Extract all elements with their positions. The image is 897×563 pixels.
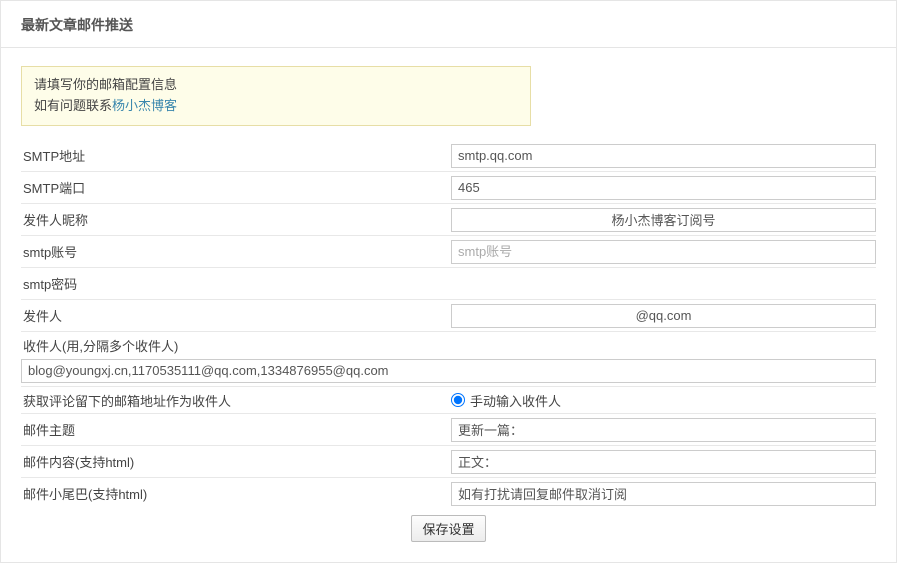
- radio-manual-input[interactable]: 手动输入收件人: [451, 391, 876, 410]
- label-sender: 发件人: [21, 306, 451, 325]
- label-recipients: 收件人(用,分隔多个收件人): [21, 336, 876, 359]
- save-button[interactable]: 保存设置: [411, 515, 485, 542]
- label-source: 获取评论留下的邮箱地址作为收件人: [21, 391, 451, 410]
- input-recipients[interactable]: [21, 359, 876, 383]
- input-sender[interactable]: [451, 304, 876, 328]
- row-smtp-pass: smtp密码: [21, 268, 876, 300]
- label-smtp-addr: SMTP地址: [21, 146, 451, 165]
- row-subject: 邮件主题: [21, 414, 876, 446]
- page-title: 最新文章邮件推送: [21, 15, 876, 35]
- row-source: 获取评论留下的邮箱地址作为收件人 手动输入收件人: [21, 387, 876, 414]
- row-content: 邮件内容(支持html): [21, 446, 876, 478]
- label-sender-nick: 发件人昵称: [21, 210, 451, 229]
- settings-panel: 最新文章邮件推送 请填写你的邮箱配置信息 如有问题联系杨小杰博客 SMTP地址 …: [0, 0, 897, 563]
- label-smtp-port: SMTP端口: [21, 178, 451, 197]
- radio-manual-input-control[interactable]: [451, 393, 465, 407]
- panel-header: 最新文章邮件推送: [1, 1, 896, 48]
- label-smtp-user: smtp账号: [21, 242, 451, 261]
- row-smtp-port: SMTP端口: [21, 172, 876, 204]
- input-subject[interactable]: [451, 418, 876, 442]
- notice-line1: 请填写你的邮箱配置信息: [34, 75, 518, 96]
- row-footer: 邮件小尾巴(支持html): [21, 478, 876, 509]
- contact-link[interactable]: 杨小杰博客: [112, 98, 177, 113]
- input-smtp-port[interactable]: [451, 176, 876, 200]
- label-subject: 邮件主题: [21, 420, 451, 439]
- action-row: 保存设置: [21, 515, 876, 542]
- row-recipients: 收件人(用,分隔多个收件人): [21, 332, 876, 387]
- input-content[interactable]: [451, 450, 876, 474]
- notice-line2-prefix: 如有问题联系: [34, 98, 112, 113]
- label-smtp-pass: smtp密码: [21, 274, 451, 293]
- label-content: 邮件内容(支持html): [21, 452, 451, 471]
- input-sender-nick[interactable]: [451, 208, 876, 232]
- row-sender-nick: 发件人昵称: [21, 204, 876, 236]
- input-smtp-pass-placeholder: [451, 272, 876, 296]
- row-sender: 发件人: [21, 300, 876, 332]
- notice-line2: 如有问题联系杨小杰博客: [34, 96, 518, 117]
- notice-box: 请填写你的邮箱配置信息 如有问题联系杨小杰博客: [21, 66, 531, 126]
- row-smtp-addr: SMTP地址: [21, 140, 876, 172]
- panel-body: 请填写你的邮箱配置信息 如有问题联系杨小杰博客 SMTP地址 SMTP端口 发件…: [1, 48, 896, 562]
- row-smtp-user: smtp账号: [21, 236, 876, 268]
- label-footer: 邮件小尾巴(支持html): [21, 484, 451, 503]
- radio-manual-input-label: 手动输入收件人: [470, 391, 561, 410]
- input-smtp-user[interactable]: [451, 240, 876, 264]
- input-smtp-addr[interactable]: [451, 144, 876, 168]
- input-footer[interactable]: [451, 482, 876, 506]
